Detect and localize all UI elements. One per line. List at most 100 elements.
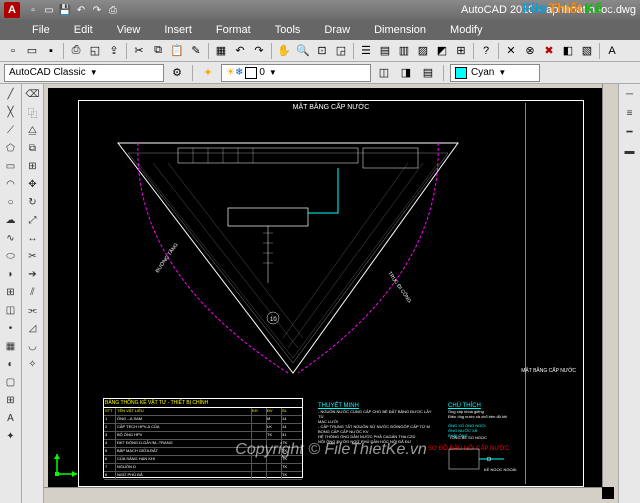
mirror-icon[interactable]: ⧋ (25, 122, 41, 138)
erase-icon[interactable]: ⌫ (25, 86, 41, 102)
pan-btn[interactable]: ✋ (275, 42, 293, 60)
ellipse-arc-icon[interactable]: ◗ (3, 266, 19, 282)
xline-icon[interactable]: ╳ (3, 104, 19, 120)
redo-icon[interactable]: ↷ (90, 3, 104, 17)
extra1-icon[interactable]: ✦ (3, 428, 19, 444)
r-btn-2[interactable]: ≡ (622, 105, 638, 121)
layer-btn[interactable]: ◫ (375, 64, 393, 82)
ellipse-icon[interactable]: ⬭ (3, 248, 19, 264)
extend-icon[interactable]: ➔ (25, 266, 41, 282)
menu-modify[interactable]: Modify (438, 24, 494, 36)
publish-btn[interactable]: ⇪ (105, 42, 123, 60)
x1-btn[interactable]: ✕ (502, 42, 520, 60)
region-icon[interactable]: ▢ (3, 374, 19, 390)
undo-btn[interactable]: ↶ (231, 42, 249, 60)
svg-text:10: 10 (270, 317, 277, 323)
menu-format[interactable]: Format (204, 24, 263, 36)
gradient-icon[interactable]: ◐ (3, 356, 19, 372)
point-icon[interactable]: • (3, 320, 19, 336)
insert-icon[interactable]: ⊞ (3, 284, 19, 300)
menu-file[interactable]: File (20, 24, 62, 36)
new-btn[interactable]: ▫ (4, 42, 22, 60)
menu-draw[interactable]: Draw (312, 24, 362, 36)
tool-pal-btn[interactable]: ▥ (395, 42, 413, 60)
join-icon[interactable]: ⫘ (25, 302, 41, 318)
open-btn[interactable]: ▭ (23, 42, 41, 60)
save-btn[interactable]: ▪ (42, 42, 60, 60)
array-icon[interactable]: ⊞ (25, 158, 41, 174)
layer-prev-btn[interactable]: ◨ (397, 64, 415, 82)
help-btn[interactable]: ? (477, 42, 495, 60)
stretch-icon[interactable]: ↔ (25, 230, 41, 246)
arc-icon[interactable]: ◠ (3, 176, 19, 192)
right-label: MẶT BẰNG CẤP NƯỚC (521, 368, 576, 374)
rect-icon[interactable]: ▭ (3, 158, 19, 174)
plot-btn[interactable]: ⎙ (67, 42, 85, 60)
menu-tools[interactable]: Tools (263, 24, 313, 36)
print-icon[interactable]: ⎙ (106, 3, 120, 17)
save-icon[interactable]: 💾 (58, 3, 72, 17)
polygon-icon[interactable]: ⬠ (3, 140, 19, 156)
r-btn-1[interactable]: ─ (622, 86, 638, 102)
copy-icon[interactable]: ⿻ (25, 104, 41, 120)
scrollbar-vertical[interactable] (602, 84, 618, 487)
menu-insert[interactable]: Insert (152, 24, 204, 36)
props-btn[interactable]: ☰ (357, 42, 375, 60)
scrollbar-horizontal[interactable] (44, 487, 602, 503)
paste-btn[interactable]: 📋 (168, 42, 186, 60)
x2-btn[interactable]: ⊗ (521, 42, 539, 60)
preview-btn[interactable]: ◱ (86, 42, 104, 60)
line-icon[interactable]: ╱ (3, 86, 19, 102)
x5-btn[interactable]: ▧ (578, 42, 596, 60)
ws-settings-btn[interactable]: ⚙ (168, 64, 186, 82)
offset-icon[interactable]: ⧉ (25, 140, 41, 156)
spline-icon[interactable]: ∿ (3, 230, 19, 246)
revcloud-icon[interactable]: ☁ (3, 212, 19, 228)
model-space[interactable]: MẶT BẰNG CẤP NƯỚC (48, 88, 614, 499)
break-icon[interactable]: ⫽ (25, 284, 41, 300)
sel-btn[interactable]: A (603, 42, 621, 60)
move-icon[interactable]: ✥ (25, 176, 41, 192)
fillet-icon[interactable]: ◡ (25, 338, 41, 354)
x4-btn[interactable]: ◧ (559, 42, 577, 60)
copy-btn[interactable]: ⧉ (149, 42, 167, 60)
layer-combo[interactable]: ☀ ❄ 0 ▼ (221, 64, 371, 82)
menu-dimension[interactable]: Dimension (362, 24, 438, 36)
mtext-icon[interactable]: A (3, 410, 19, 426)
menu-edit[interactable]: Edit (62, 24, 105, 36)
hatch-icon[interactable]: ▦ (3, 338, 19, 354)
cut-btn[interactable]: ✂ (130, 42, 148, 60)
redo-btn[interactable]: ↷ (250, 42, 268, 60)
undo-icon[interactable]: ↶ (74, 3, 88, 17)
markup-btn[interactable]: ◩ (433, 42, 451, 60)
chamfer-icon[interactable]: ◿ (25, 320, 41, 336)
block-btn[interactable]: ▦ (212, 42, 230, 60)
light-icon[interactable]: ✦ (199, 64, 217, 82)
trim-icon[interactable]: ✂ (25, 248, 41, 264)
r-btn-4[interactable]: ▬ (622, 143, 638, 159)
block-icon[interactable]: ◫ (3, 302, 19, 318)
color-combo[interactable]: Cyan▼ (450, 64, 540, 82)
zoom-w-btn[interactable]: ⊡ (313, 42, 331, 60)
table-icon[interactable]: ⊞ (3, 392, 19, 408)
match-btn[interactable]: ✎ (187, 42, 205, 60)
app-logo[interactable]: A (4, 2, 20, 18)
x3-btn[interactable]: ✖ (540, 42, 558, 60)
scale-icon[interactable]: ⤢ (25, 212, 41, 228)
menu-view[interactable]: View (105, 24, 153, 36)
calc-btn[interactable]: ⊞ (452, 42, 470, 60)
workspace-combo[interactable]: AutoCAD Classic▼ (4, 64, 164, 82)
open-icon[interactable]: ▭ (42, 3, 56, 17)
dc-btn[interactable]: ▤ (376, 42, 394, 60)
explode-icon[interactable]: ✧ (25, 356, 41, 372)
layer-state-btn[interactable]: ▤ (419, 64, 437, 82)
zoom-btn[interactable]: 🔍 (294, 42, 312, 60)
sheet-btn[interactable]: ▨ (414, 42, 432, 60)
pline-icon[interactable]: ⟋ (3, 122, 19, 138)
new-icon[interactable]: ▫ (26, 3, 40, 17)
rotate-icon[interactable]: ↻ (25, 194, 41, 210)
zoom-p-btn[interactable]: ◲ (332, 42, 350, 60)
r-btn-3[interactable]: ━ (622, 124, 638, 140)
circle-icon[interactable]: ○ (3, 194, 19, 210)
titleblock-right (525, 103, 580, 484)
